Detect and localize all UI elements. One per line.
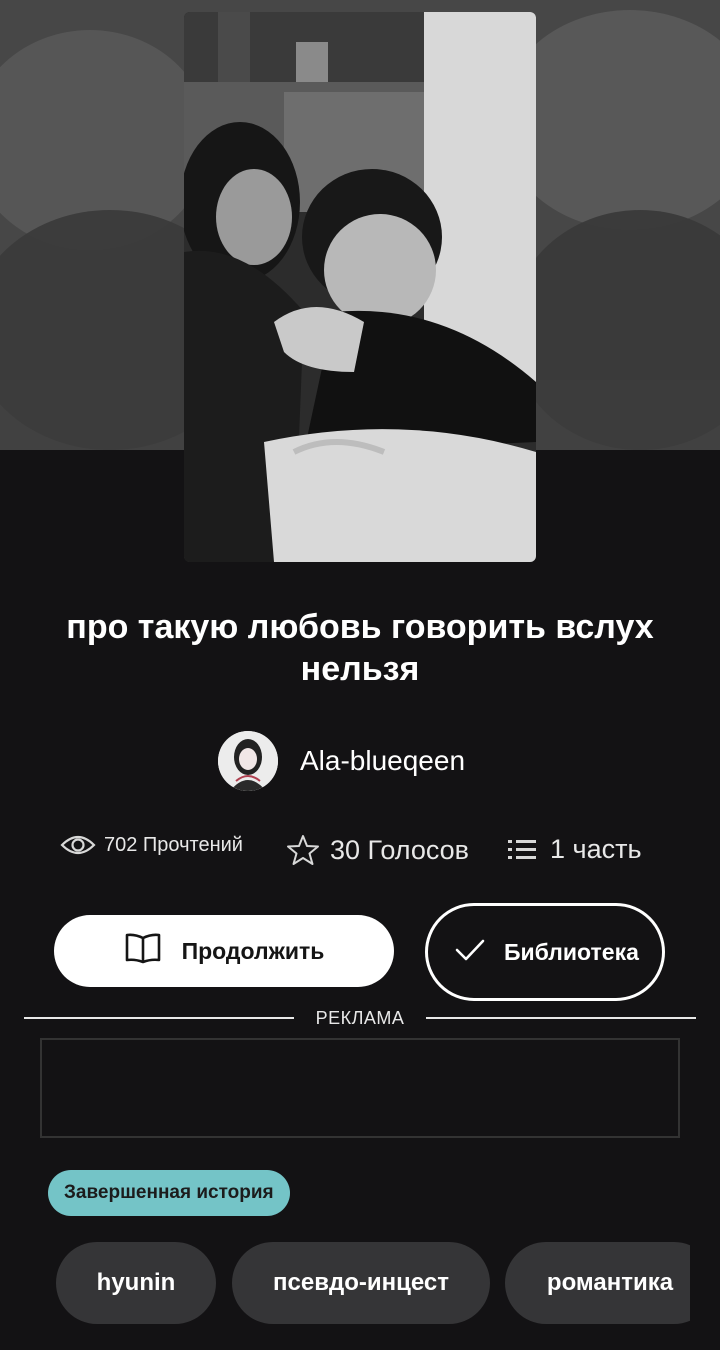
- star-icon: [286, 834, 320, 866]
- parts-count: 1 часть: [550, 834, 642, 864]
- tag-list: hyunin псевдо-инцест романтика: [56, 1242, 690, 1324]
- tag-chip[interactable]: псевдо-инцест: [232, 1242, 490, 1324]
- author-row[interactable]: Ala-blueqeen: [218, 730, 465, 792]
- tag-chip[interactable]: романтика: [505, 1242, 690, 1324]
- story-title: про такую любовь говорить вслух нельзя: [66, 608, 654, 688]
- library-label: Библиотека: [504, 939, 639, 965]
- votes-count: 30 Голосов: [330, 834, 470, 865]
- check-icon: [454, 938, 486, 967]
- divider-line-left: [24, 1017, 294, 1019]
- tag-chip[interactable]: hyunin: [56, 1242, 216, 1324]
- ad-slot[interactable]: [40, 1038, 680, 1138]
- eye-icon: [60, 832, 96, 858]
- ad-label: РЕКЛАМА: [315, 1008, 405, 1028]
- ad-divider: РЕКЛАМА: [24, 1006, 696, 1030]
- parts-stat: 1 часть: [508, 834, 642, 865]
- book-icon: [124, 932, 162, 970]
- continue-label: Продолжить: [181, 937, 325, 964]
- list-icon: [508, 838, 536, 862]
- continue-reading-button[interactable]: Продолжить: [54, 915, 394, 987]
- story-stats: 702 Прочтений 30 Голосов 1 часть: [0, 826, 720, 876]
- add-to-library-button[interactable]: Библиотека: [425, 903, 665, 1001]
- author-name[interactable]: Ala-blueqeen: [300, 745, 465, 777]
- cover-image: [184, 12, 536, 562]
- author-avatar[interactable]: [218, 731, 278, 791]
- reads-count: 702 Прочтений: [104, 833, 243, 856]
- votes-stat: 30 Голосов: [286, 834, 469, 866]
- status-badge: Завершенная история: [48, 1170, 290, 1216]
- divider-line-right: [426, 1017, 696, 1019]
- reads-stat: 702 Прочтений: [60, 832, 243, 858]
